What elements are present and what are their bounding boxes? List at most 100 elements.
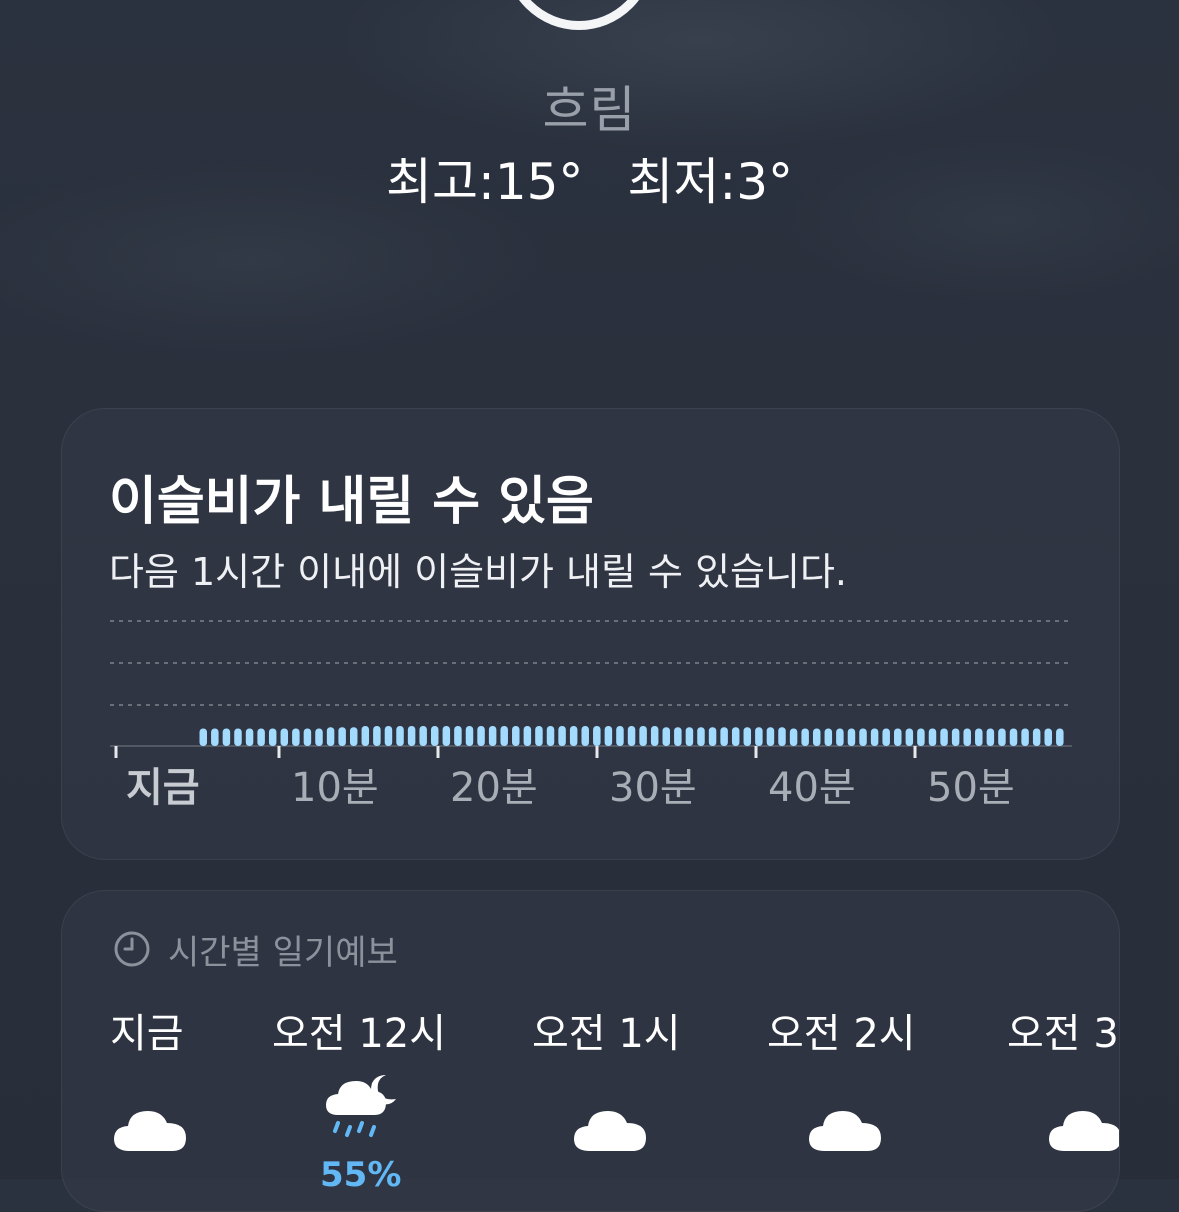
precip-bar bbox=[697, 727, 705, 746]
precip-bar bbox=[1056, 728, 1064, 746]
hour-label: 오전 3시 bbox=[1007, 1011, 1119, 1057]
precip-bar bbox=[454, 726, 462, 746]
chart-tick-label: 지금 bbox=[126, 765, 200, 811]
chart-tick-label: 50분 bbox=[927, 765, 1015, 811]
precip-bar bbox=[465, 726, 474, 746]
precip-bar bbox=[280, 728, 289, 746]
precip-bar bbox=[361, 726, 370, 746]
precip-bar bbox=[1044, 728, 1052, 746]
precip-bar bbox=[685, 727, 694, 746]
precip-bar bbox=[743, 727, 752, 746]
precip-bar bbox=[396, 726, 404, 746]
precip-bar bbox=[546, 726, 555, 746]
precip-bar bbox=[419, 726, 427, 746]
precip-bar bbox=[257, 728, 265, 746]
precip-bar bbox=[234, 728, 242, 746]
precip-bar bbox=[326, 727, 335, 746]
precip-bar bbox=[882, 728, 890, 746]
precip-bar bbox=[836, 728, 844, 746]
precip-bar bbox=[639, 726, 647, 746]
precip-bar bbox=[905, 728, 914, 746]
precip-bar bbox=[245, 728, 254, 746]
precip-bar bbox=[720, 727, 728, 746]
precip-bar bbox=[604, 726, 613, 746]
precip-bar bbox=[222, 728, 231, 746]
low-temp: 최저:3° bbox=[627, 153, 794, 211]
precip-bar bbox=[951, 728, 960, 746]
hourly-forecast-card[interactable]: 시간별 일기예보 지금 오전 12시 55% 오전 1시 오전 2시 오전 3시 bbox=[61, 890, 1120, 1212]
hour-label: 지금 bbox=[110, 1011, 184, 1057]
precip-bar bbox=[384, 726, 393, 746]
precip-bar bbox=[338, 727, 346, 746]
precip-bar bbox=[894, 728, 902, 746]
precip-bar bbox=[940, 728, 948, 746]
hourly-header-label: 시간별 일기예보 bbox=[168, 932, 398, 973]
precip-bar bbox=[917, 728, 925, 746]
chart-tick-label: 20분 bbox=[450, 765, 538, 811]
high-low-temps: 최고:15° 최저:3° bbox=[0, 142, 1179, 214]
hour-item[interactable]: 오전 12시 55% bbox=[272, 1001, 446, 1201]
hour-item[interactable]: 지금 bbox=[110, 1001, 186, 1201]
hour-item[interactable]: 오전 3시 bbox=[1007, 1001, 1119, 1201]
precip-bar bbox=[778, 727, 786, 746]
precip-bar bbox=[523, 726, 532, 746]
precip-bar bbox=[847, 728, 856, 746]
precip-bar bbox=[303, 728, 312, 746]
precip-bar bbox=[789, 728, 798, 746]
cloud-icon bbox=[572, 1103, 648, 1159]
precip-bar bbox=[315, 728, 323, 746]
precip-bar bbox=[593, 726, 601, 746]
precip-bar bbox=[731, 727, 740, 746]
precip-bar bbox=[512, 726, 520, 746]
cloud-icon bbox=[807, 1103, 883, 1159]
precip-bar bbox=[442, 726, 451, 746]
chart-tick-label: 30분 bbox=[609, 765, 697, 811]
precip-chart: 지금 10분 20분 30분 40분 50분 bbox=[110, 620, 1072, 811]
precip-bar bbox=[292, 728, 300, 746]
precip-bar bbox=[870, 728, 879, 746]
cloud-icon bbox=[112, 1103, 188, 1159]
precip-bar bbox=[928, 728, 937, 746]
precip-bar bbox=[431, 726, 439, 746]
hour-label: 오전 12시 bbox=[272, 1011, 447, 1057]
precip-bar bbox=[569, 726, 578, 746]
precip-bar bbox=[998, 728, 1006, 746]
precip-bar bbox=[674, 727, 682, 746]
precip-bar bbox=[616, 726, 624, 746]
precip-bar bbox=[558, 726, 566, 746]
precip-bar bbox=[211, 728, 219, 746]
precip-chance: 55% bbox=[320, 1155, 402, 1195]
precip-bar bbox=[268, 728, 277, 746]
precipitation-card[interactable]: 이슬비가 내릴 수 있음 다음 1시간 이내에 이슬비가 내릴 수 있습니다. … bbox=[61, 408, 1120, 860]
cloud-icon bbox=[1047, 1103, 1119, 1159]
hour-item[interactable]: 오전 2시 bbox=[767, 1001, 916, 1201]
precip-bar bbox=[477, 726, 485, 746]
precip-bar bbox=[1021, 728, 1029, 746]
precip-bar bbox=[627, 726, 636, 746]
precip-bar bbox=[488, 726, 497, 746]
precip-bar bbox=[766, 727, 775, 746]
chart-tick-label: 10분 bbox=[291, 765, 379, 811]
current-condition: 흐림 bbox=[542, 81, 637, 139]
cloud-moon-rain-icon bbox=[324, 1069, 414, 1153]
precip-bar bbox=[581, 726, 589, 746]
precip-bar bbox=[1032, 728, 1041, 746]
precip-bar bbox=[708, 727, 717, 746]
clock-icon bbox=[114, 931, 150, 967]
precip-bar bbox=[650, 726, 659, 746]
hourly-header: 시간별 일기예보 bbox=[112, 927, 398, 973]
precip-bar bbox=[859, 728, 867, 746]
precip-bar bbox=[824, 728, 833, 746]
precip-bar bbox=[812, 728, 821, 746]
precip-bar bbox=[373, 726, 381, 746]
precip-bar bbox=[407, 726, 416, 746]
precip-bar bbox=[801, 728, 809, 746]
precip-bar bbox=[199, 728, 207, 746]
precip-bar bbox=[662, 727, 671, 746]
precip-bar bbox=[975, 728, 983, 746]
chart-tick-label: 40분 bbox=[768, 765, 856, 811]
precip-bar bbox=[986, 728, 995, 746]
hour-label: 오전 2시 bbox=[767, 1011, 916, 1057]
precip-bar bbox=[535, 726, 543, 746]
hour-item[interactable]: 오전 1시 bbox=[532, 1001, 681, 1201]
